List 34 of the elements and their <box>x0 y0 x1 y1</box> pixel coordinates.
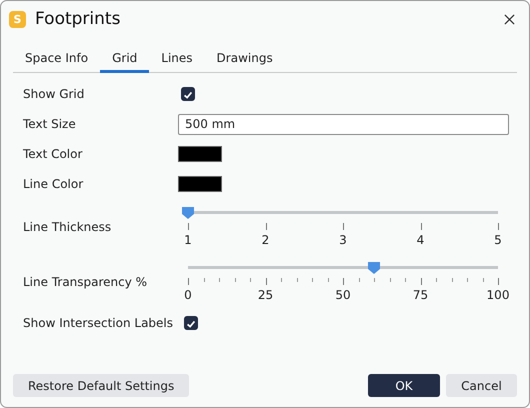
setting-label: Line Color <box>23 177 84 191</box>
tick-label: 2 <box>262 233 270 247</box>
tick-label: 0 <box>184 288 192 302</box>
cancel-button[interactable]: Cancel <box>446 374 517 397</box>
setting-label: Text Size <box>23 117 77 131</box>
slider-thumb[interactable] <box>368 262 380 274</box>
app-logo-icon: S <box>9 10 26 28</box>
tick-label: 100 <box>486 288 510 302</box>
input-field[interactable]: 500 mm <box>178 114 509 134</box>
tick-label: 5 <box>494 233 502 247</box>
tab[interactable]: Grid <box>100 47 150 73</box>
tab[interactable]: Drawings <box>204 47 285 73</box>
restore-button[interactable]: Restore Default Settings <box>13 374 190 397</box>
checkbox[interactable] <box>184 316 198 330</box>
setting-label: Line Thickness <box>23 220 112 234</box>
tick-label: 50 <box>335 288 351 302</box>
tick-label: 1 <box>184 233 192 247</box>
tab[interactable]: Lines <box>149 47 205 73</box>
slider-thumb[interactable] <box>182 207 194 219</box>
setting-label: Line Transparency % <box>23 275 148 289</box>
window-title: Footprints <box>35 9 120 29</box>
setting-label: Show Intersection Labels <box>23 316 174 330</box>
tick-label: 4 <box>416 233 424 247</box>
checkbox[interactable] <box>181 87 195 101</box>
setting-label: Show Grid <box>23 87 86 101</box>
tick-label: 25 <box>258 288 274 302</box>
color-swatch[interactable] <box>178 176 222 192</box>
tab[interactable]: Space Info <box>13 47 100 73</box>
ok-button[interactable]: OK <box>368 374 440 397</box>
setting-label: Text Color <box>23 147 84 161</box>
close-icon[interactable] <box>504 14 515 24</box>
color-swatch[interactable] <box>178 146 222 162</box>
tick-label: 75 <box>412 288 428 302</box>
tick-label: 3 <box>339 233 347 247</box>
